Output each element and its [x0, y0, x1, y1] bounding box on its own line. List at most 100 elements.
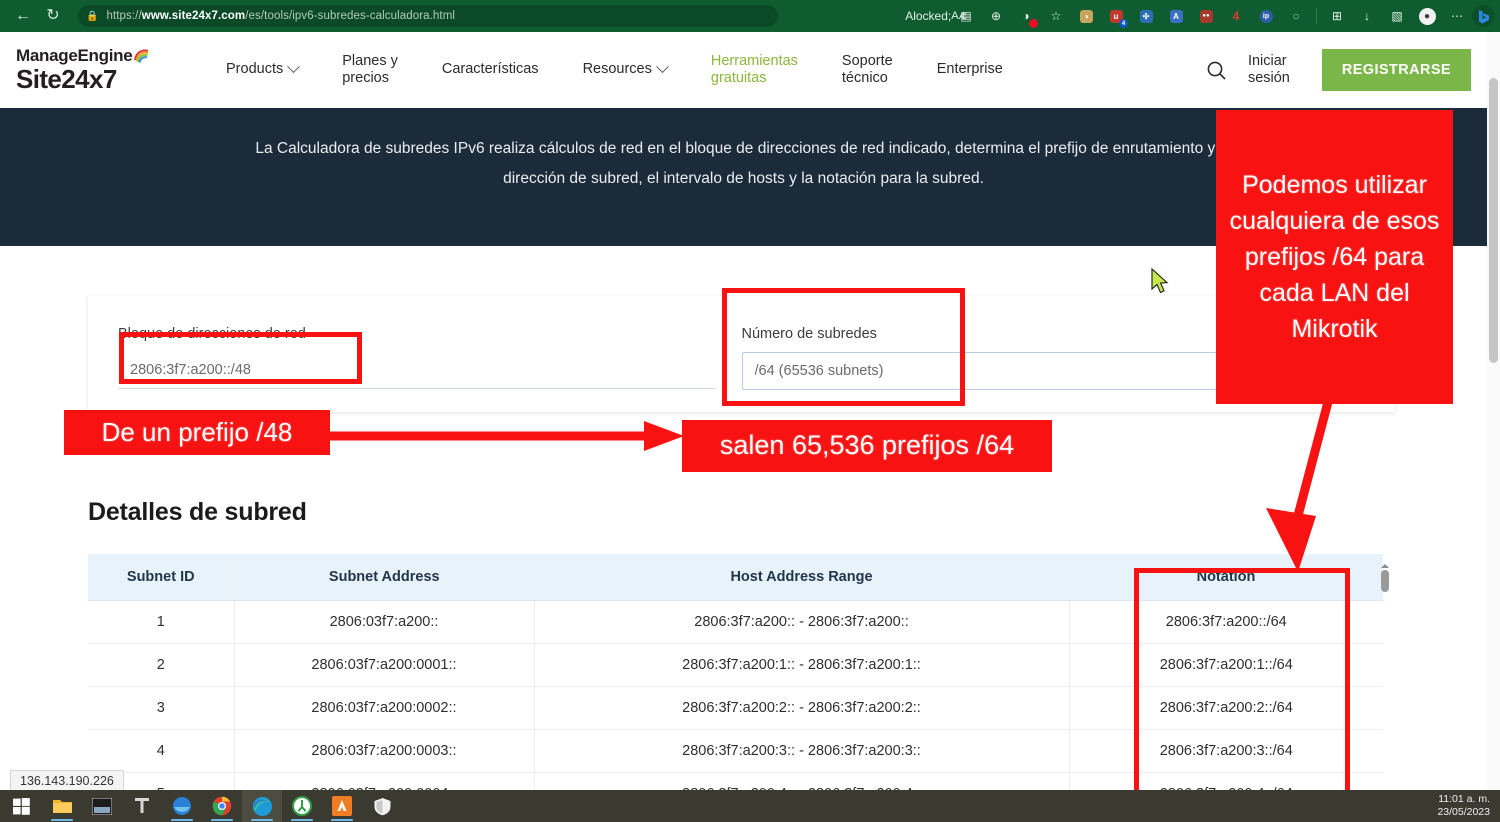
bing-chat-icon[interactable]	[1472, 5, 1494, 27]
main-navigation: Products Planes y precios Característica…	[226, 53, 1200, 87]
annotation-text: Podemos utilizar cualquiera de esos pref…	[1222, 167, 1447, 347]
running-indicator	[251, 819, 273, 821]
logo-manageengine: ManageEngine	[16, 46, 149, 66]
cell-subnet-address: 2806:03f7:a200:0003::	[234, 730, 534, 773]
manageengine-swoosh-icon	[133, 48, 149, 63]
url-scheme: https://	[106, 10, 141, 22]
chevron-down-icon	[287, 61, 300, 74]
login-link[interactable]: Iniciar sesión	[1248, 53, 1290, 87]
mouse-cursor	[1151, 268, 1173, 296]
column-header-subnet-address[interactable]: Subnet Address	[234, 554, 534, 601]
split-screen-icon[interactable]: ◑	[1013, 3, 1039, 29]
nav-item-caracteristicas[interactable]: Características	[442, 61, 539, 78]
nav-label: Características	[442, 61, 539, 78]
nav-label: Herramientas gratuitas	[711, 53, 798, 87]
hero-description: La Calculadora de subredes IPv6 realiza …	[194, 134, 1294, 194]
file-explorer-icon[interactable]	[42, 790, 82, 822]
chevron-down-icon	[656, 61, 669, 74]
tool-icon[interactable]	[122, 790, 162, 822]
back-arrow-icon[interactable]: ←	[8, 1, 38, 31]
browser-toolbar-actions: Alocked;Aᴁ ▤ ⊕ ◑ ☆ ◑ u4 ✣ A ●● 4 ip ○ ⊞…	[921, 0, 1500, 32]
annotation-text: De un prefijo /48	[102, 417, 293, 447]
nav-item-planes-precios[interactable]: Planes y precios	[342, 53, 398, 87]
clock-time: 11:01 a. m.	[1438, 793, 1490, 806]
address-bar-url: https://www.site24x7.com/es/tools/ipv6-s…	[106, 10, 455, 22]
nav-label: Planes y precios	[342, 53, 398, 87]
downloads-icon[interactable]: ↓	[1354, 3, 1380, 29]
ublock-origin-icon[interactable]: u4	[1103, 3, 1129, 29]
nav-item-products[interactable]: Products	[226, 61, 298, 78]
zoom-icon[interactable]: ⊕	[983, 3, 1009, 29]
nav-item-soporte-tecnico[interactable]: Soporte técnico	[842, 53, 893, 87]
profile-avatar-icon[interactable]: ●	[1414, 3, 1440, 29]
lock-icon: 🔒	[86, 11, 98, 22]
extension-blue-icon[interactable]: ✣	[1133, 3, 1159, 29]
column-header-host-address-range[interactable]: Host Address Range	[534, 554, 1069, 601]
windows-taskbar: 11:01 a. m. 23/05/2023	[0, 790, 1500, 822]
google-chrome-icon[interactable]	[202, 790, 242, 822]
cell-host-range: 2806:3f7:a200:2:: - 2806:3f7:a200:2::	[534, 687, 1069, 730]
scroll-up-arrow-icon[interactable]	[1381, 564, 1389, 568]
security-shield-icon[interactable]	[362, 790, 402, 822]
annotation-mikrotik-lan: Podemos utilizar cualquiera de esos pref…	[1216, 110, 1453, 404]
putty-icon[interactable]	[282, 790, 322, 822]
collections-icon[interactable]: ⊞	[1324, 3, 1350, 29]
nav-item-enterprise[interactable]: Enterprise	[937, 61, 1003, 78]
clock-date: 23/05/2023	[1437, 806, 1490, 819]
read-aloud-icon[interactable]: Alocked;Aᴁ	[923, 3, 949, 29]
taskbar-clock[interactable]: 11:01 a. m. 23/05/2023	[1437, 790, 1490, 822]
page-title: Detalles de subred	[88, 498, 307, 527]
annotation-salen-65536: salen 65,536 prefijos /64	[682, 420, 1052, 472]
winbox-icon[interactable]	[162, 790, 202, 822]
page-scrollbar-thumb[interactable]	[1489, 78, 1498, 363]
nav-label: Resources	[583, 61, 652, 78]
immersive-reader-icon[interactable]: ▤	[953, 3, 979, 29]
extension-4-icon[interactable]: 4	[1223, 3, 1249, 29]
extension-red-glasses-icon[interactable]: ●●	[1193, 3, 1219, 29]
search-icon[interactable]	[1200, 60, 1234, 81]
nav-label: Soporte técnico	[842, 53, 893, 87]
favorites-icon[interactable]: ☆	[1043, 3, 1069, 29]
cell-host-range: 2806:3f7:a200:1:: - 2806:3f7:a200:1::	[534, 644, 1069, 687]
table-scrollbar-thumb[interactable]	[1381, 570, 1389, 592]
nav-label: Enterprise	[937, 61, 1003, 78]
mikrotik-icon[interactable]	[322, 790, 362, 822]
signup-button[interactable]: REGISTRARSE	[1322, 49, 1471, 91]
cell-subnet-address: 2806:03f7:a200:0002::	[234, 687, 534, 730]
nav-item-resources[interactable]: Resources	[583, 61, 667, 78]
ip-tool-icon[interactable]: ip	[1253, 3, 1279, 29]
column-header-subnet-id[interactable]: Subnet ID	[88, 554, 234, 601]
cell-subnet-id: 2	[88, 644, 234, 687]
cell-subnet-address: 2806:03f7:a200::	[234, 601, 534, 644]
cell-subnet-id: 3	[88, 687, 234, 730]
running-indicator	[331, 819, 353, 821]
translate-icon[interactable]: A	[1163, 3, 1189, 29]
toolbar-divider	[1316, 8, 1317, 24]
nav-item-herramientas-gratuitas[interactable]: Herramientas gratuitas	[711, 53, 798, 87]
microsoft-edge-icon[interactable]	[242, 790, 282, 822]
running-indicator	[291, 819, 313, 821]
cell-host-range: 2806:3f7:a200:: - 2806:3f7:a200::	[534, 601, 1069, 644]
settings-more-icon[interactable]: ⋯	[1444, 3, 1470, 29]
site-logo[interactable]: ManageEngine Site24x7	[16, 46, 226, 95]
screen-root: ← ↻ 🔒 https://www.site24x7.com/es/tools/…	[0, 0, 1500, 822]
url-path: /es/tools/ipv6-subredes-calculadora.html	[245, 10, 455, 22]
running-indicator	[51, 819, 73, 821]
logo-manageengine-text: ManageEngine	[16, 46, 132, 65]
running-indicator	[211, 819, 233, 821]
cell-host-range: 2806:3f7:a200:4:: - 2806:3f7:a200:4::	[534, 773, 1069, 791]
cell-subnet-id: 4	[88, 730, 234, 773]
address-bar[interactable]: 🔒 https://www.site24x7.com/es/tools/ipv6…	[78, 5, 778, 27]
cell-subnet-address: 2806:03f7:a200:0004::	[234, 773, 534, 791]
extension-teal-icon[interactable]: ○	[1283, 3, 1309, 29]
refresh-icon[interactable]: ↻	[38, 1, 68, 31]
terminal-icon[interactable]	[82, 790, 122, 822]
browser-essentials-icon[interactable]: ▧	[1384, 3, 1410, 29]
cell-host-range: 2806:3f7:a200:3:: - 2806:3f7:a200:3::	[534, 730, 1069, 773]
table-scrollbar[interactable]	[1381, 564, 1389, 790]
windows-start-icon[interactable]	[0, 790, 42, 822]
highlight-notation-column	[1134, 568, 1350, 808]
cell-subnet-id: 1	[88, 601, 234, 644]
page-scrollbar[interactable]	[1487, 32, 1500, 790]
extension-shield-icon[interactable]: ◑	[1073, 3, 1099, 29]
